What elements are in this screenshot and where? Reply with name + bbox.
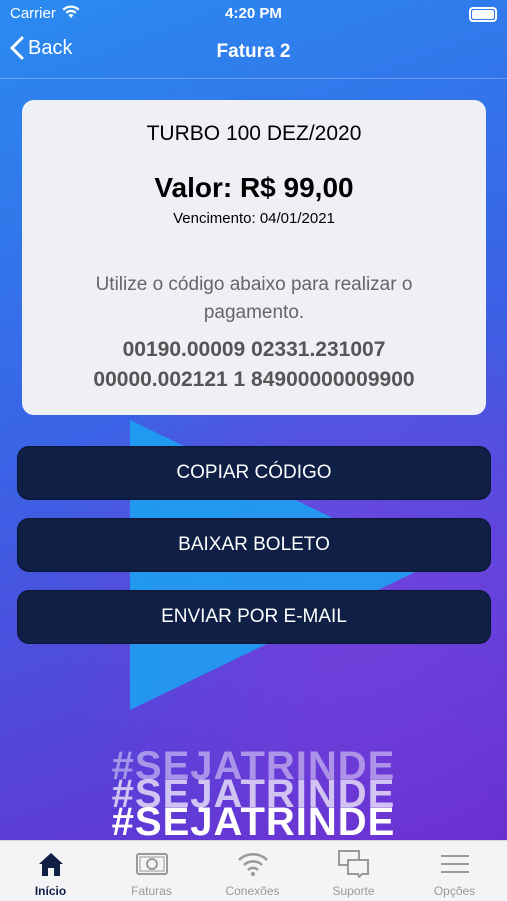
navigation-bar: Back Fatura 2 [0,28,507,79]
bill-icon [101,849,202,879]
tab-label: Suporte [332,884,375,898]
barcode-line-1: 00190.00009 02331.231007 [122,338,386,361]
battery-icon [469,7,497,22]
tab-label: Início [34,884,67,898]
barcode-line-2: 00000.002121 1 84900000009900 [93,368,415,391]
menu-icon [404,849,505,879]
payment-instruction: Utilize o código abaixo para realizar o … [95,274,413,323]
send-email-button[interactable]: ENVIAR POR E-MAIL [17,590,491,644]
plan-name: TURBO 100 DEZ/2020 [146,122,362,145]
tab-conexoes[interactable]: Conexões [202,841,303,901]
wifi-icon [202,849,303,879]
tab-inicio[interactable]: Início [0,841,101,901]
home-icon [0,849,101,879]
due-date: Vencimento: 04/01/2021 [173,210,335,227]
tab-suporte[interactable]: Suporte [303,841,404,901]
tab-label: Conexões [225,884,280,898]
tab-opcoes[interactable]: Opções [404,841,505,901]
invoice-card: TURBO 100 DEZ/2020 Valor: R$ 99,00 Venci… [22,100,486,415]
invoice-amount: Valor: R$ 99,00 [154,172,354,203]
tab-bar: Início Faturas Conexões Suporte Opções [0,840,507,901]
copy-code-button[interactable]: COPIAR CÓDIGO [17,446,491,500]
status-bar: Carrier 4:20 PM [0,0,507,28]
download-boleto-button[interactable]: BAIXAR BOLETO [17,518,491,572]
chat-icon [303,849,404,879]
barcode-number: 00190.00009 02331.231007 00000.002121 1 … [42,335,466,395]
tagline: #SEJATRINDE [111,800,396,844]
clock: 4:20 PM [225,5,282,22]
tab-faturas[interactable]: Faturas [101,841,202,901]
tab-label: Opções [433,884,476,898]
page-title: Fatura 2 [216,41,291,62]
tab-label: Faturas [131,884,172,898]
